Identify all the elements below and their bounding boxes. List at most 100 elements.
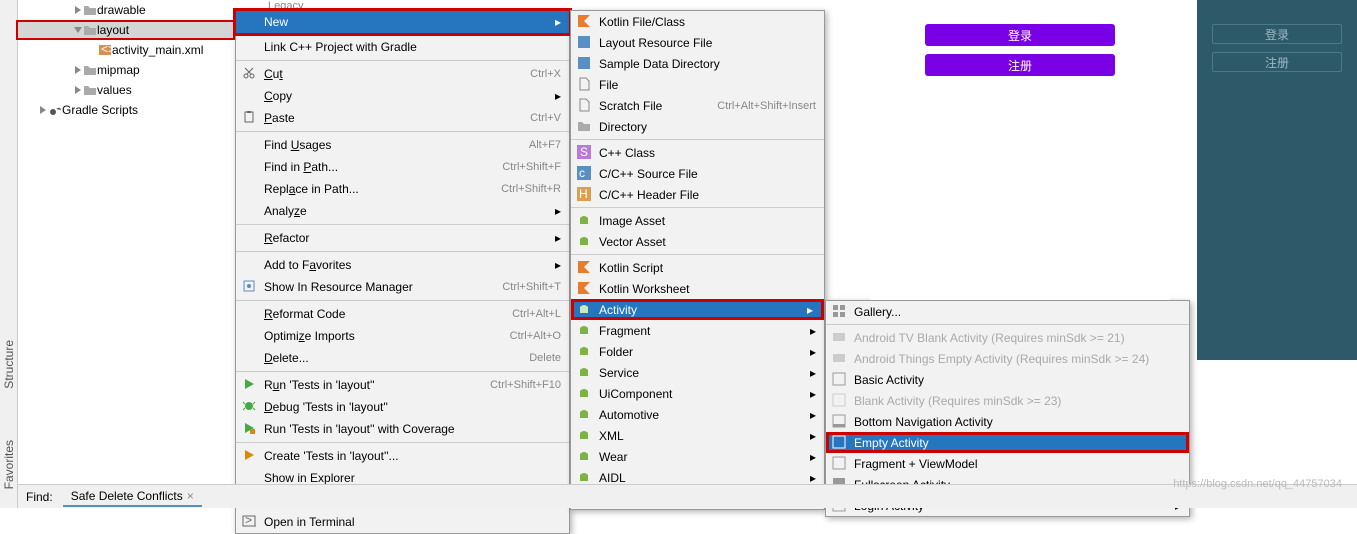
favorites-tab[interactable]: Favorites — [2, 440, 16, 489]
menu-wear[interactable]: Wear▸ — [571, 446, 824, 467]
menu-folder[interactable]: Folder▸ — [571, 341, 824, 362]
menu-debug-tests[interactable]: Debug 'Tests in 'layout'' — [236, 396, 569, 418]
menu-run-tests[interactable]: Run 'Tests in 'layout''Ctrl+Shift+F10 — [236, 374, 569, 396]
android-icon — [577, 344, 593, 360]
android-icon — [577, 213, 593, 229]
xml-icon: <> — [98, 43, 112, 57]
menu-directory[interactable]: Directory — [571, 116, 824, 137]
menu-delete[interactable]: Delete...Delete — [236, 347, 569, 369]
kotlin-icon — [577, 260, 593, 276]
cpp-icon: S — [577, 145, 593, 161]
coverage-icon — [242, 421, 258, 437]
menu-sample-data[interactable]: Sample Data Directory — [571, 53, 824, 74]
tree-item-layout[interactable]: layout — [16, 20, 235, 40]
menu-find-in-path[interactable]: Find in Path...Ctrl+Shift+F — [236, 156, 569, 178]
android-icon — [577, 428, 593, 444]
menu-empty-activity[interactable]: Empty Activity — [826, 432, 1189, 453]
menu-refactor[interactable]: Refactor▸ — [236, 227, 569, 249]
tree-item-values[interactable]: values — [18, 80, 235, 100]
android-icon — [577, 407, 593, 423]
menu-paste[interactable]: Paste Ctrl+V — [236, 107, 569, 129]
svg-text:c: c — [579, 166, 585, 180]
close-icon[interactable]: × — [187, 489, 194, 503]
menu-automotive[interactable]: Automotive▸ — [571, 404, 824, 425]
menu-fragment-viewmodel[interactable]: Fragment + ViewModel — [826, 453, 1189, 474]
tool-sidebar: Structure Favorites — [0, 0, 18, 508]
menu-blank-activity: Blank Activity (Requires minSdk >= 23) — [826, 390, 1189, 411]
menu-bottom-nav[interactable]: Bottom Navigation Activity — [826, 411, 1189, 432]
play-icon — [242, 377, 258, 393]
separator — [236, 300, 569, 301]
menu-vector-asset[interactable]: Vector Asset — [571, 231, 824, 252]
menu-reformat-code[interactable]: Reformat CodeCtrl+Alt+L — [236, 303, 569, 325]
bottomnav-icon — [832, 414, 848, 430]
android-icon — [577, 386, 593, 402]
submenu-arrow-icon: ▸ — [555, 204, 561, 218]
separator — [571, 207, 824, 208]
menu-scratch-file[interactable]: Scratch FileCtrl+Alt+Shift+Insert — [571, 95, 824, 116]
new-submenu: Kotlin File/Class Layout Resource File S… — [570, 10, 825, 510]
tree-item-drawable[interactable]: drawable — [18, 0, 235, 20]
find-tab[interactable]: Safe Delete Conflicts× — [63, 487, 202, 507]
submenu-arrow-icon: ▸ — [555, 231, 561, 245]
tree-item-gradle-scripts[interactable]: Gradle Scripts — [18, 100, 235, 120]
menu-link-cpp[interactable]: Link C++ Project with Gradle — [236, 36, 569, 58]
menu-basic-activity[interactable]: Basic Activity — [826, 369, 1189, 390]
menu-add-favorites[interactable]: Add to Favorites▸ — [236, 254, 569, 276]
folder-icon — [83, 83, 97, 97]
submenu-arrow-icon: ▸ — [807, 303, 813, 317]
menu-optimize-imports[interactable]: Optimize ImportsCtrl+Alt+O — [236, 325, 569, 347]
menu-cpp-header[interactable]: HC/C++ Header File — [571, 184, 824, 205]
menu-kotlin-script[interactable]: Kotlin Script — [571, 257, 824, 278]
cpp-source-icon: c — [577, 166, 593, 182]
menu-android-tv: Android TV Blank Activity (Requires minS… — [826, 327, 1189, 348]
submenu-arrow-icon: ▸ — [810, 450, 816, 464]
menu-copy[interactable]: Copy▸ — [236, 85, 569, 107]
basic-icon — [832, 372, 848, 388]
structure-tab[interactable]: Structure — [2, 340, 16, 389]
menu-cut[interactable]: Cut Ctrl+X — [236, 63, 569, 85]
submenu-arrow-icon: ▸ — [555, 89, 561, 103]
menu-kotlin-class[interactable]: Kotlin File/Class — [571, 11, 824, 32]
menu-run-coverage[interactable]: Run 'Tests in 'layout'' with Coverage — [236, 418, 569, 440]
menu-activity[interactable]: Activity▸ — [571, 299, 824, 320]
menu-cpp-source[interactable]: cC/C++ Source File — [571, 163, 824, 184]
menu-open-terminal[interactable]: >_ Open in Terminal — [236, 511, 569, 533]
separator — [236, 224, 569, 225]
menu-fragment[interactable]: Fragment▸ — [571, 320, 824, 341]
menu-service[interactable]: Service▸ — [571, 362, 824, 383]
menu-uicomponent[interactable]: UiComponent▸ — [571, 383, 824, 404]
menu-new[interactable]: New ▸ — [236, 11, 569, 33]
submenu-arrow-icon: ▸ — [810, 429, 816, 443]
cpp-header-icon: H — [577, 187, 593, 203]
separator — [236, 371, 569, 372]
tv-icon — [832, 330, 848, 346]
menu-show-resource-manager[interactable]: Show In Resource ManagerCtrl+Shift+T — [236, 276, 569, 298]
menu-cpp-class[interactable]: SC++ Class — [571, 142, 824, 163]
menu-find-usages[interactable]: Find UsagesAlt+F7 — [236, 134, 569, 156]
tree-item-activity-main[interactable]: <> activity_main.xml — [18, 40, 235, 60]
context-menu: New ▸ Link C++ Project with Gradle Cut C… — [235, 10, 570, 534]
tree-item-mipmap[interactable]: mipmap — [18, 60, 235, 80]
menu-xml[interactable]: XML▸ — [571, 425, 824, 446]
separator — [571, 139, 824, 140]
menu-gallery[interactable]: Gallery... — [826, 301, 1189, 322]
expand-icon — [73, 65, 83, 75]
submenu-arrow-icon: ▸ — [810, 345, 816, 359]
scratch-icon — [577, 98, 593, 114]
menu-image-asset[interactable]: Image Asset — [571, 210, 824, 231]
blueprint-login-button: 登录 — [1212, 24, 1342, 44]
menu-file[interactable]: File — [571, 74, 824, 95]
menu-analyze[interactable]: Analyze▸ — [236, 200, 569, 222]
separator — [236, 442, 569, 443]
collapse-icon — [73, 25, 83, 35]
android-icon — [577, 323, 593, 339]
menu-layout-resource[interactable]: Layout Resource File — [571, 32, 824, 53]
layout-preview: 登录 注册 — [870, 0, 1170, 300]
menu-replace-in-path[interactable]: Replace in Path...Ctrl+Shift+R — [236, 178, 569, 200]
android-icon — [577, 449, 593, 465]
menu-kotlin-worksheet[interactable]: Kotlin Worksheet — [571, 278, 824, 299]
resource-icon — [242, 279, 258, 295]
menu-create-tests[interactable]: Create 'Tests in 'layout''... — [236, 445, 569, 467]
layout-icon — [577, 35, 593, 51]
